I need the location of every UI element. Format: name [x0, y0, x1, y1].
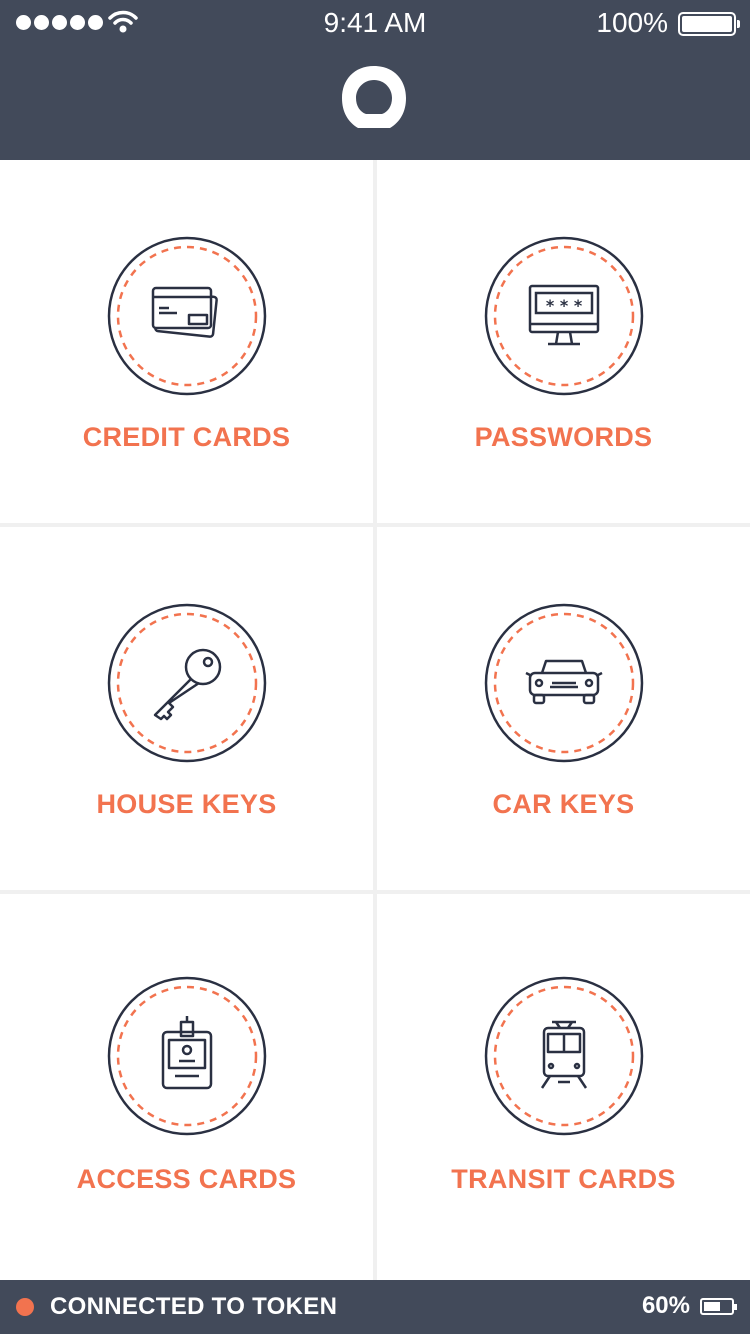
svg-text:*: *	[559, 296, 568, 315]
status-bar: 9:41 AM 100%	[0, 0, 750, 48]
tram-icon	[484, 976, 643, 1136]
battery-partial-icon	[700, 1298, 737, 1315]
svg-text:*: *	[545, 296, 554, 315]
tile-credit-cards[interactable]: CREDIT CARDS	[0, 160, 373, 523]
tile-transit-cards[interactable]: TRANSIT CARDS	[377, 894, 750, 1282]
tile-car-keys[interactable]: CAR KEYS	[377, 527, 750, 890]
battery-full-icon	[678, 12, 740, 36]
tile-label: CREDIT CARDS	[82, 422, 291, 452]
password-monitor-icon: * * *	[484, 236, 643, 396]
car-icon	[484, 603, 643, 763]
tile-passwords[interactable]: * * * PASSWORDS	[377, 160, 750, 523]
connection-status-text: CONNECTED TO TOKEN	[50, 1293, 338, 1320]
token-battery-percent: 60%	[641, 1292, 690, 1319]
tile-label: PASSWORDS	[474, 422, 653, 452]
house-key-icon	[107, 603, 266, 763]
status-battery-percent: 100%	[596, 7, 668, 38]
connection-footer: CONNECTED TO TOKEN 60%	[0, 1280, 750, 1334]
category-grid: CREDIT CARDS * * * PASSWORDS HOUSE KEYS …	[0, 160, 750, 1282]
tile-label: TRANSIT CARDS	[451, 1164, 676, 1194]
credit-cards-icon	[107, 236, 266, 396]
ring-logo-icon[interactable]	[338, 62, 410, 134]
tile-access-cards[interactable]: ACCESS CARDS	[0, 894, 373, 1282]
tile-label: ACCESS CARDS	[76, 1164, 297, 1194]
svg-text:*: *	[573, 296, 582, 315]
connection-status-dot-icon	[16, 1298, 34, 1316]
app-header: 9:41 AM 100%	[0, 0, 750, 160]
id-badge-icon	[107, 976, 266, 1136]
tile-label: CAR KEYS	[492, 789, 635, 819]
tile-label: HOUSE KEYS	[96, 789, 277, 819]
tile-house-keys[interactable]: HOUSE KEYS	[0, 527, 373, 890]
